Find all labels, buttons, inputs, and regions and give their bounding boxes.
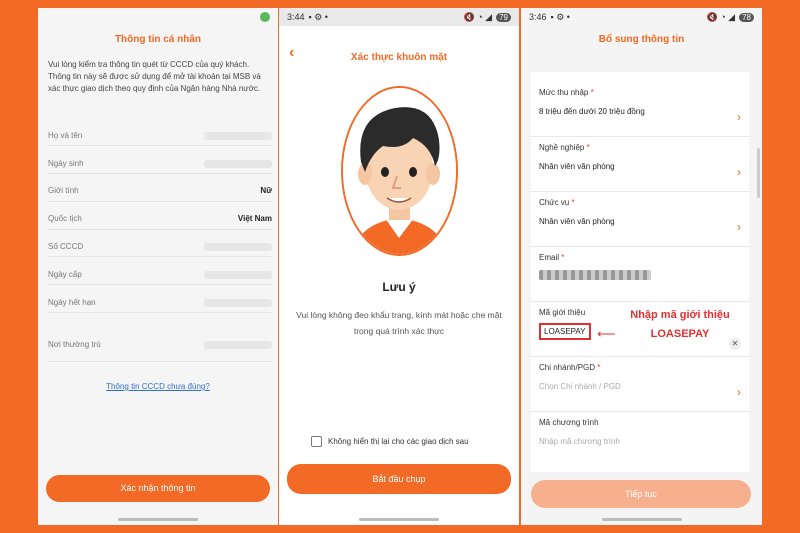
form-card: Mức thu nhập * 8 triệu đến dưới 20 triệu…: [531, 72, 749, 472]
field-dob: Ngày sinh: [48, 154, 272, 174]
blurred-value: [204, 131, 272, 140]
blurred-value: [204, 298, 272, 307]
dont-show-again-row[interactable]: Không hiển thị lại cho các giao dịch sau: [311, 436, 469, 447]
email-field[interactable]: Email *: [531, 247, 749, 302]
income-field[interactable]: Mức thu nhập * 8 triệu đến dưới 20 triệu…: [531, 82, 749, 137]
field-value: Nữ: [260, 186, 272, 195]
field-label: Ngày sinh: [48, 159, 84, 168]
referral-annotation: Nhập mã giới thiệu LOASEPAY: [615, 306, 745, 344]
program-code-field[interactable]: Mã chương trình Nhập mã chương trình: [531, 412, 749, 467]
field-label: Email: [539, 253, 560, 262]
field-nationality: Quốc tịch Việt Nam: [48, 208, 272, 230]
field-id-number: Số CCCD: [48, 237, 272, 257]
field-label: Chi nhánh/PGD: [539, 363, 596, 372]
field-label: Mức thu nhập: [539, 88, 589, 97]
page-title: Thông tin cá nhân: [114, 34, 202, 45]
chevron-right-icon: ›: [737, 165, 741, 179]
occupation-value: Nhân viên văn phòng: [539, 162, 615, 171]
notification-icon: [260, 12, 270, 22]
home-indicator: [359, 518, 439, 521]
branch-placeholder: Chọn Chi nhánh / PGD: [539, 382, 621, 391]
note-title: Lưu ý: [382, 280, 416, 294]
blurred-value: [204, 242, 272, 251]
position-value: Nhân viên văn phòng: [539, 217, 615, 226]
field-full-name: Họ và tên: [48, 126, 272, 146]
signal-icon: 🔇 ◔ ◢: [463, 11, 493, 22]
annotation-line2: LOASEPAY: [650, 328, 710, 340]
avatar-face-icon: [343, 88, 456, 254]
field-value: Việt Nam: [237, 214, 272, 223]
scrollbar[interactable]: [757, 148, 760, 198]
back-chevron-icon[interactable]: ‹: [289, 44, 294, 62]
field-label: Ngày hết hạn: [48, 298, 96, 307]
field-label: Ngày cấp: [48, 270, 82, 279]
confirm-info-button[interactable]: Xác nhận thông tin: [46, 475, 270, 502]
chevron-right-icon: ›: [737, 220, 741, 234]
referral-code-input[interactable]: LOASEPAY: [539, 323, 591, 340]
status-icons: ▪ ⚙ •: [308, 11, 328, 22]
field-label: Nghề nghiệp: [539, 143, 585, 152]
field-label: Nơi thường trú: [48, 340, 101, 349]
status-bar: 3:44 ▪ ⚙ • 🔇 ◔ ◢ 79: [279, 8, 519, 26]
home-indicator: [601, 518, 682, 521]
field-label: Quốc tịch: [48, 214, 82, 223]
continue-button[interactable]: Tiếp tục: [531, 480, 751, 508]
income-value: 8 triệu đến dưới 20 triệu đồng: [539, 107, 645, 116]
field-label: Chức vụ: [539, 198, 570, 207]
field-label: Số CCCD: [48, 242, 84, 251]
field-label: Giới tính: [48, 186, 79, 195]
occupation-field[interactable]: Nghề nghiệp * Nhân viên văn phòng ›: [531, 137, 749, 192]
status-bar: [38, 8, 278, 26]
blurred-value: [204, 340, 272, 349]
battery-icon: 78: [739, 12, 754, 22]
face-illustration: [341, 86, 458, 256]
field-address: Nơi thường trú: [48, 328, 272, 362]
status-bar: 3:46 ▪ ⚙ • 🔇 ◔ ◢ 78: [521, 8, 762, 26]
program-placeholder: Nhập mã chương trình: [539, 437, 620, 446]
dont-show-again-checkbox[interactable]: [311, 436, 322, 447]
branch-field[interactable]: Chi nhánh/PGD * Chọn Chi nhánh / PGD ›: [531, 357, 749, 412]
start-capture-button[interactable]: Bắt đầu chụp: [287, 464, 511, 494]
battery-icon: 79: [496, 12, 511, 22]
field-gender: Giới tính Nữ: [48, 180, 272, 202]
face-verification-screen: 3:44 ▪ ⚙ • 🔇 ◔ ◢ 79 ‹ Xác thực khuôn mặt L…: [279, 8, 519, 525]
annotation-line1: Nhập mã giới thiệu: [630, 309, 730, 321]
field-label: Mã chương trình: [539, 418, 599, 427]
blurred-value: [204, 270, 272, 279]
checkbox-label: Không hiển thị lại cho các giao dịch sau: [328, 437, 469, 446]
page-title: Bổ sung thông tin: [598, 34, 685, 45]
status-icons: ▪ ⚙ •: [550, 11, 570, 22]
page-title: Xác thực khuôn mặt: [350, 52, 448, 63]
field-label: Họ và tên: [48, 131, 83, 140]
chevron-right-icon: ›: [737, 385, 741, 399]
blurred-value: [204, 159, 272, 168]
signal-icon: 🔇 ◔ ◢: [706, 11, 736, 22]
note-text: Vui lòng không đeo khẩu trang, kính mát …: [296, 310, 502, 336]
annotation-arrow-icon: ⟵: [597, 326, 616, 341]
home-indicator: [118, 518, 198, 521]
additional-info-screen: 3:46 ▪ ⚙ • 🔇 ◔ ◢ 78 Bổ sung thông tin Mức …: [521, 8, 762, 525]
blurred-email: [539, 270, 651, 280]
status-time: 3:46: [529, 12, 547, 22]
incorrect-id-link[interactable]: Thông tin CCCD chưa đúng?: [38, 382, 278, 391]
position-field[interactable]: Chức vụ * Nhân viên văn phòng ›: [531, 192, 749, 247]
field-expiry-date: Ngày hết hạn: [48, 293, 272, 313]
intro-text: Vui lòng kiểm tra thông tin quét từ CCCD…: [48, 60, 261, 93]
chevron-right-icon: ›: [737, 110, 741, 124]
field-issue-date: Ngày cấp: [48, 265, 272, 285]
status-time: 3:44: [287, 12, 305, 22]
personal-info-screen: Thông tin cá nhân Vui lòng kiểm tra thôn…: [38, 8, 278, 525]
